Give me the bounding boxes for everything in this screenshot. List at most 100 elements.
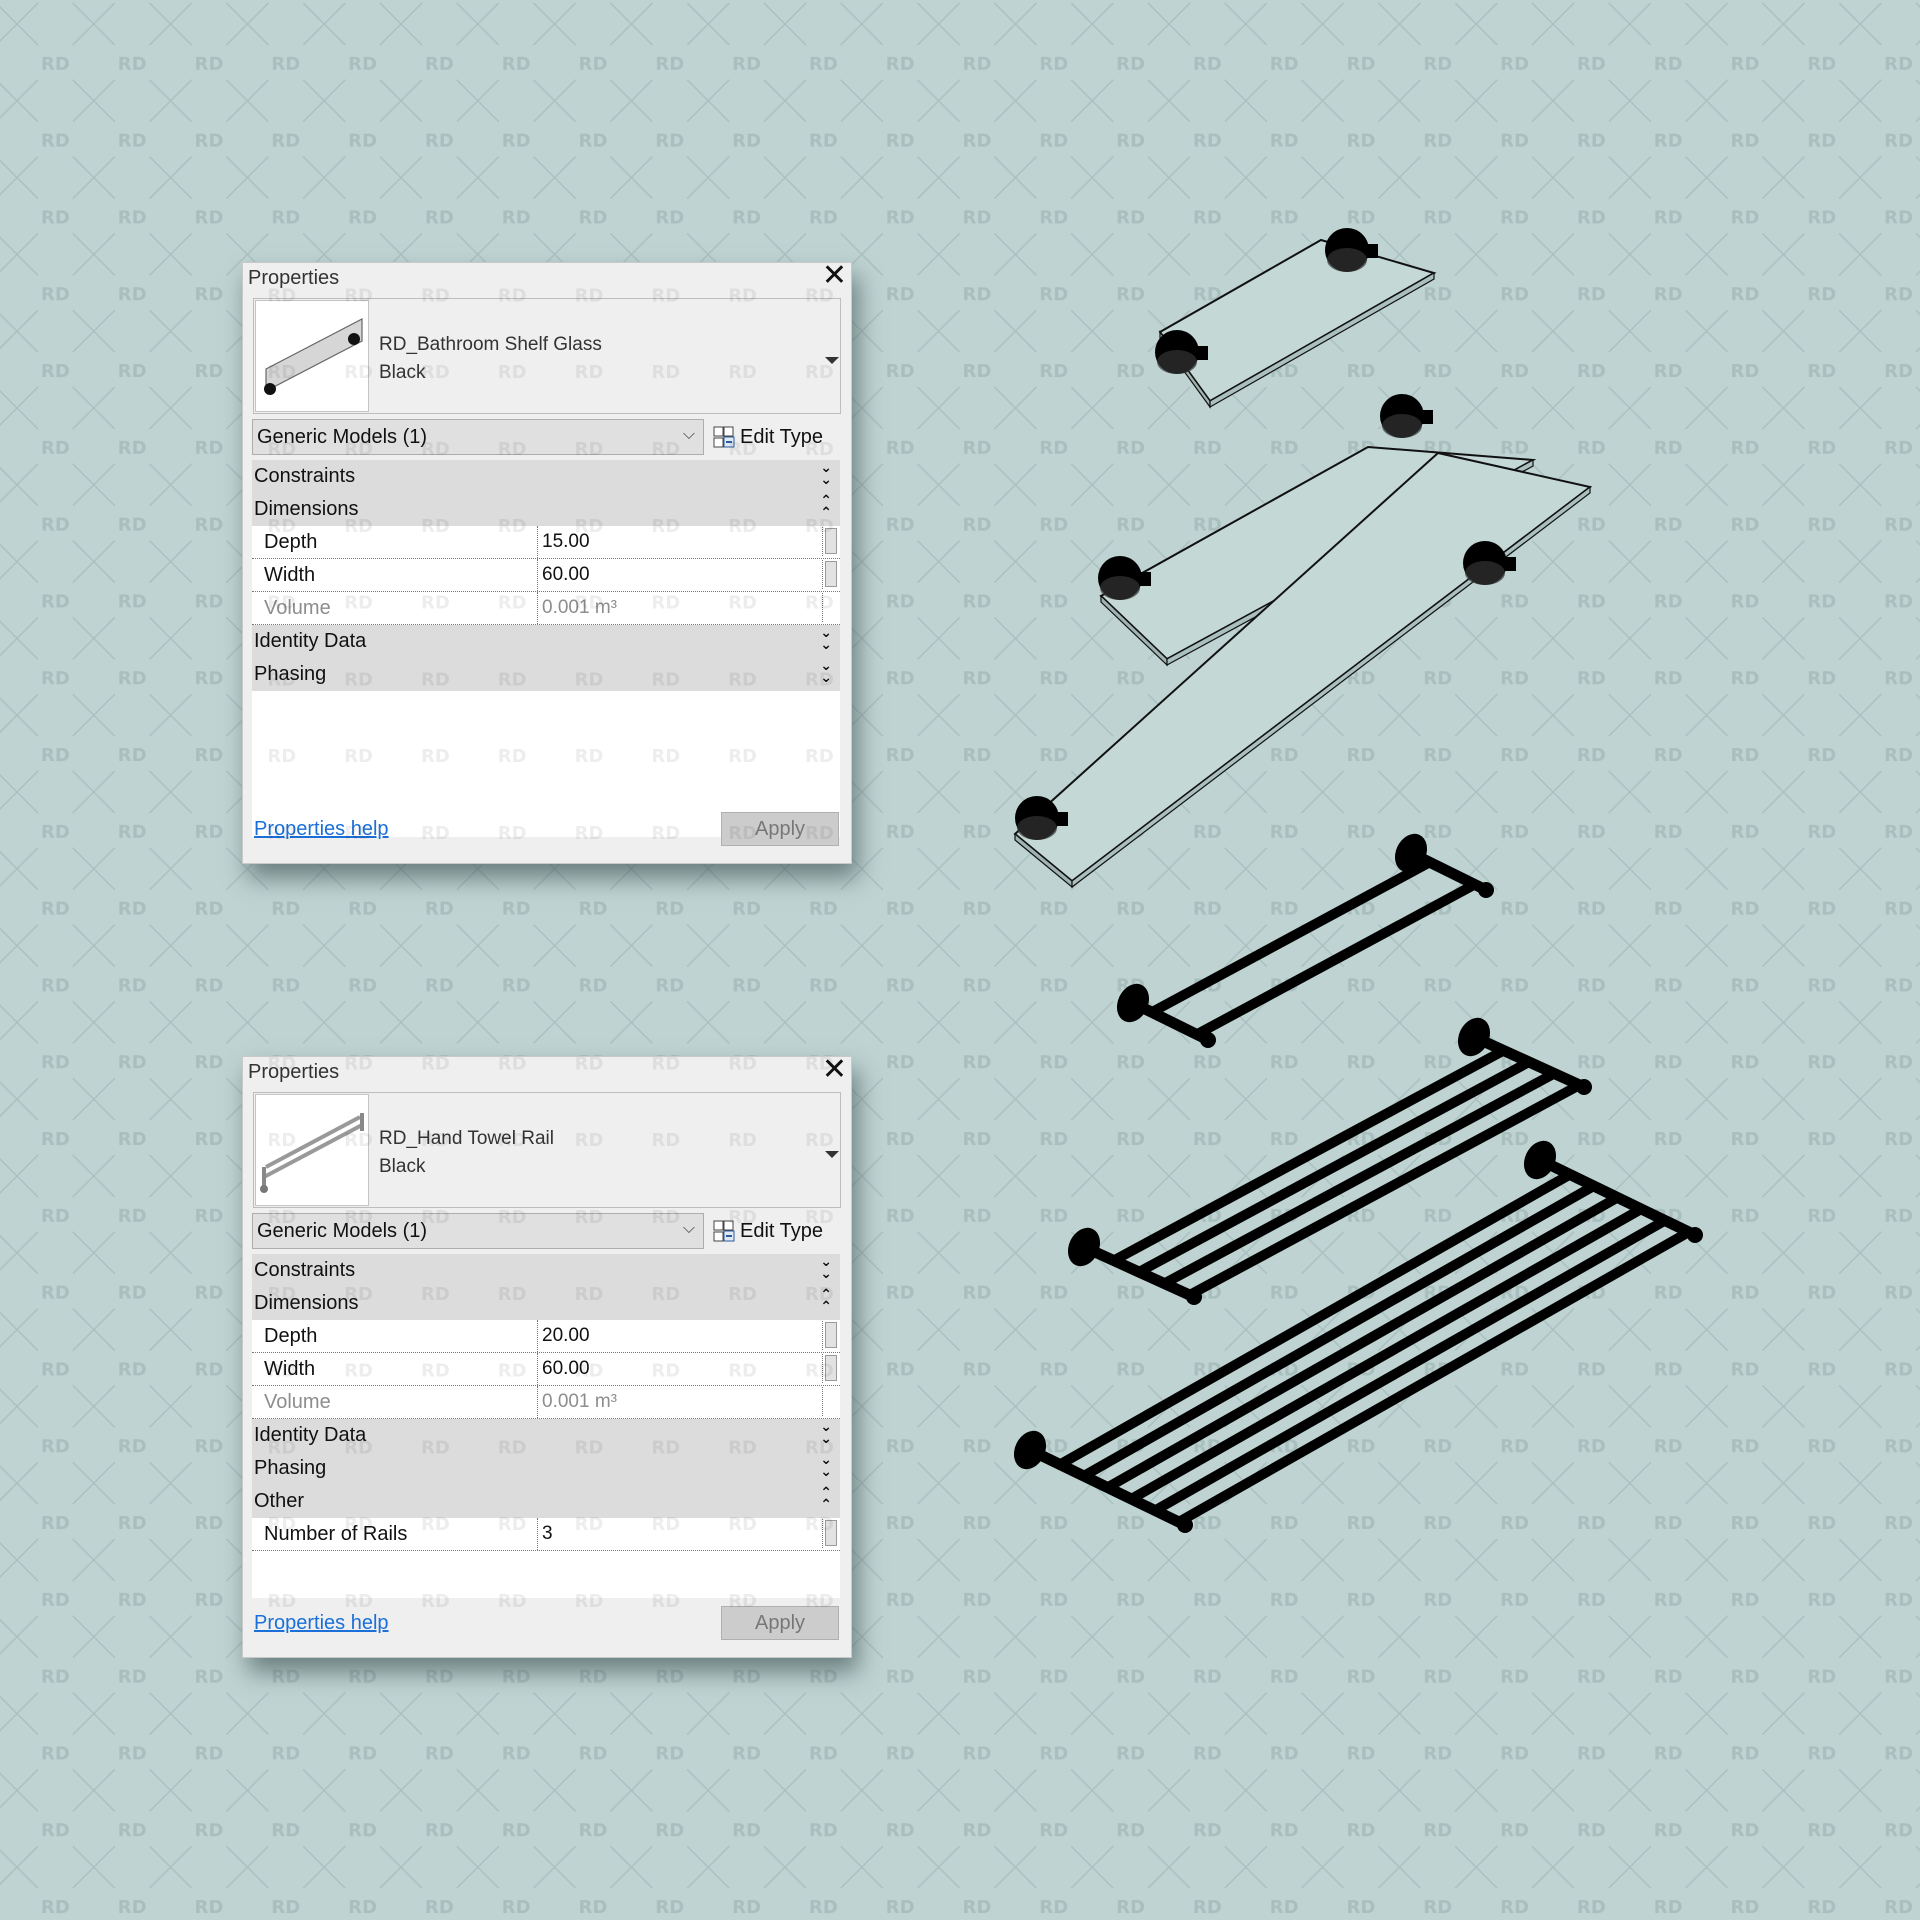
- edit-type-icon: [713, 1220, 735, 1242]
- associate-parameter-button[interactable]: [822, 1321, 839, 1350]
- category-filter-dropdown[interactable]: Generic Models (1) ⌵: [252, 1213, 704, 1249]
- edit-type-button[interactable]: Edit Type: [713, 1213, 823, 1249]
- depth-input[interactable]: 15.00: [537, 526, 825, 558]
- rail-bar: [1159, 1068, 1560, 1289]
- associate-parameter-button[interactable]: [822, 1519, 839, 1548]
- group-label: Identity Data: [254, 1424, 367, 1446]
- property-row-volume: Volume 0.001 m³: [252, 592, 840, 625]
- property-grid: Constraints ⌄ ⌄ Dimensions ⌃ ⌃ Depth 20.00…: [252, 1254, 840, 1598]
- rail-bar: [1134, 1057, 1534, 1277]
- group-label: Dimensions: [254, 1292, 359, 1314]
- rail-bar: [1054, 1169, 1575, 1470]
- close-icon[interactable]: ✕: [822, 261, 847, 291]
- edit-type-label: Edit Type: [740, 1219, 824, 1242]
- property-name: Width: [264, 564, 316, 586]
- group-identity-data[interactable]: Identity Data ⌄ ⌄: [252, 1419, 840, 1452]
- property-name: Width: [264, 1358, 316, 1380]
- shelf-bracket-icon: [1380, 394, 1433, 438]
- rail-bar: [1108, 1045, 1509, 1266]
- wall-mount-icon: [1523, 1140, 1557, 1180]
- svg-text:RD: RD: [421, 1057, 450, 1074]
- rail-end-cap: [1576, 1079, 1592, 1095]
- width-input[interactable]: 60.00: [537, 559, 825, 591]
- rail-arm: [1534, 1154, 1701, 1241]
- associate-parameter-button[interactable]: [822, 560, 839, 589]
- property-row-volume: Volume 0.001 m³: [252, 1386, 840, 1419]
- wall-mount-icon: [1013, 1430, 1047, 1470]
- towel-rail-2: [1067, 1017, 1592, 1305]
- property-name: Volume: [264, 597, 331, 619]
- group-dimensions[interactable]: Dimensions ⌃ ⌃: [252, 1287, 840, 1320]
- apply-button[interactable]: Apply: [721, 1606, 839, 1640]
- property-row-number-of-rails: Number of Rails 3: [252, 1518, 840, 1551]
- rail-end-cap: [1200, 1032, 1216, 1048]
- category-filter-value: Generic Models (1): [257, 426, 428, 448]
- svg-text:RD: RD: [651, 1057, 680, 1074]
- width-input[interactable]: 60.00: [537, 1353, 825, 1385]
- number-of-rails-input[interactable]: 3: [537, 1518, 825, 1550]
- expand-chevron-icon: ⌄ ⌄: [820, 1419, 832, 1447]
- type-variant: Black: [379, 362, 426, 383]
- edit-type-button[interactable]: Edit Type: [713, 419, 823, 455]
- group-other[interactable]: Other ⌃ ⌃: [252, 1485, 840, 1518]
- rail-arm: [1405, 847, 1492, 896]
- group-label: Constraints: [254, 465, 356, 487]
- properties-panel-shelf: Properties ✕ RD_Bathroom Shelf Glass Bla…: [242, 261, 852, 864]
- expand-chevron-icon: ⌄ ⌄: [820, 1254, 832, 1282]
- associate-parameter-button[interactable]: [822, 527, 839, 556]
- category-filter-dropdown[interactable]: Generic Models (1) ⌵: [252, 419, 704, 455]
- property-name: Number of Rails: [264, 1523, 408, 1545]
- apply-button[interactable]: Apply: [721, 812, 839, 846]
- type-variant: Black: [379, 1156, 426, 1177]
- towel-rails: [1013, 833, 1703, 1533]
- property-name: Depth: [264, 1325, 318, 1347]
- group-label: Constraints: [254, 1259, 356, 1281]
- grid-empty-area: [252, 1551, 840, 1598]
- expand-chevron-icon: ⌄ ⌄: [820, 460, 832, 488]
- rail-bar: [1191, 879, 1480, 1040]
- category-filter-value: Generic Models (1): [257, 1220, 428, 1242]
- rail-arm: [1024, 1444, 1191, 1531]
- glass-shelf-medium: [1098, 394, 1537, 667]
- depth-input[interactable]: 20.00: [537, 1320, 825, 1352]
- towel-rail-3: [1013, 1140, 1703, 1533]
- close-icon[interactable]: ✕: [822, 1055, 847, 1085]
- group-constraints[interactable]: Constraints ⌄ ⌄: [252, 460, 840, 493]
- associate-parameter-button[interactable]: [822, 1354, 839, 1383]
- wall-mount-icon: [1457, 1017, 1491, 1057]
- group-label: Phasing: [254, 1457, 327, 1479]
- group-dimensions[interactable]: Dimensions ⌃ ⌃: [252, 493, 840, 526]
- type-family: RD_Bathroom Shelf Glass: [379, 334, 602, 355]
- properties-help-link[interactable]: Properties help: [254, 1612, 389, 1635]
- property-grid: Constraints ⌄ ⌄ Dimensions ⌃ ⌃ Depth 15.00…: [252, 460, 840, 837]
- rail-bar: [1173, 1227, 1694, 1527]
- svg-text:RD: RD: [344, 1057, 373, 1074]
- wall-mount-icon: [1116, 983, 1150, 1023]
- towel-rail-thumbnail: [255, 1094, 369, 1206]
- type-dropdown-arrow-icon[interactable]: [825, 357, 839, 364]
- expand-chevron-icon: ⌄ ⌄: [820, 1452, 832, 1480]
- rail-bar: [1150, 1215, 1671, 1516]
- volume-value: 0.001 m³: [537, 1386, 825, 1418]
- collapse-chevron-icon: ⌃ ⌃: [820, 493, 832, 521]
- edit-type-label: Edit Type: [740, 425, 824, 448]
- glass-shelf-small: [1155, 228, 1437, 409]
- rail-bar: [1184, 1080, 1585, 1300]
- property-row-width: Width 60.00: [252, 559, 840, 592]
- type-dropdown-arrow-icon[interactable]: [825, 1151, 839, 1158]
- svg-text:RD: RD: [728, 1057, 757, 1074]
- properties-help-link[interactable]: Properties help: [254, 818, 389, 841]
- edit-type-icon: [713, 426, 735, 448]
- expand-chevron-icon: ⌄ ⌄: [820, 658, 832, 686]
- property-name: Volume: [264, 1391, 331, 1413]
- group-identity-data[interactable]: Identity Data ⌄ ⌄: [252, 625, 840, 658]
- group-constraints[interactable]: Constraints ⌄ ⌄: [252, 1254, 840, 1287]
- rail-bar: [1126, 1204, 1647, 1504]
- group-phasing[interactable]: Phasing ⌄ ⌄: [252, 658, 840, 691]
- parameter-button-empty: [822, 593, 839, 622]
- group-label: Phasing: [254, 663, 327, 685]
- group-phasing[interactable]: Phasing ⌄ ⌄: [252, 1452, 840, 1485]
- shelf-bracket-icon: [1155, 330, 1208, 374]
- property-row-depth: Depth 20.00: [252, 1320, 840, 1353]
- volume-value: 0.001 m³: [537, 592, 825, 624]
